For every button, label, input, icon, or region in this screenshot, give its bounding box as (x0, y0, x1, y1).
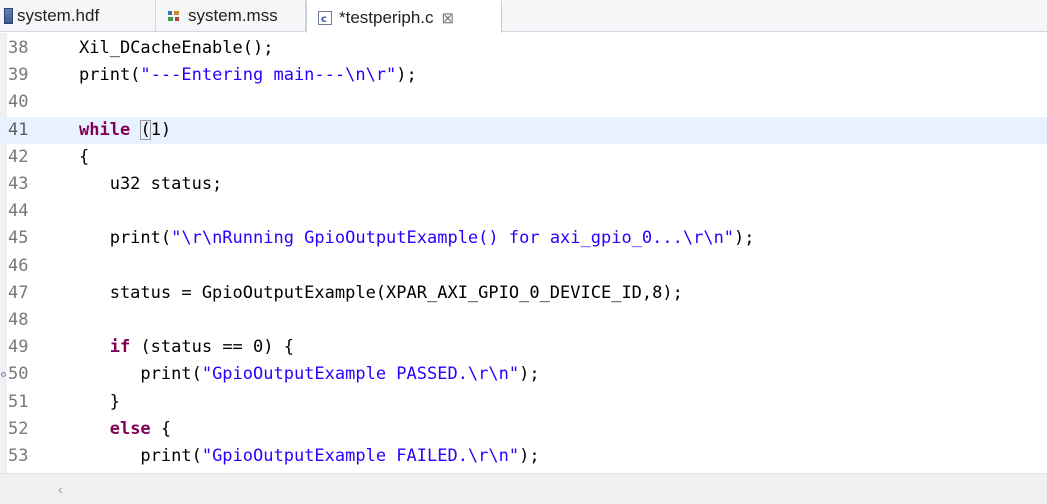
code-text: } (79, 391, 120, 412)
code-line[interactable]: 50 print("GpioOutputExample PASSED.\r\n"… (0, 361, 1047, 388)
code-line[interactable]: 53 print("GpioOutputExample FAILED.\r\n"… (0, 443, 1047, 470)
code-line[interactable]: 51 } (0, 389, 1047, 416)
code-text: { (79, 146, 90, 167)
string-literal: "---Entering main---\n\r" (140, 65, 397, 86)
mss-file-icon (166, 8, 182, 24)
line-number: 53 (8, 446, 29, 466)
code-text: while (1) (79, 119, 172, 140)
c-file-icon: c (317, 10, 333, 26)
code-line[interactable]: 42 { (0, 144, 1047, 171)
line-number: 44 (8, 201, 29, 222)
line-number: 49 (8, 337, 29, 358)
code-line[interactable]: 40 (0, 89, 1047, 116)
string-literal: "\r\nRunning GpioOutputExample() for axi… (171, 228, 735, 249)
close-icon[interactable]: ⊠ (442, 9, 455, 27)
bracket-match: ( (140, 119, 151, 140)
line-number: 39 (8, 65, 29, 86)
code-text: else { (109, 418, 172, 439)
code-line[interactable]: 39 print("---Entering main---\n\r"); (0, 62, 1047, 89)
line-number: 41 (8, 119, 29, 140)
line-number: 46 (8, 255, 29, 276)
code-line[interactable]: 44 (0, 198, 1047, 225)
code-text: print("GpioOutputExample PASSED.\r\n"); (79, 364, 540, 385)
code-text: Xil_DCacheEnable(); (79, 38, 274, 58)
tab-system-mss[interactable]: system.mss (156, 0, 306, 32)
code-text: u32 status; (79, 174, 223, 194)
line-number: 50 (8, 364, 29, 385)
code-text: if (status == 0) { (109, 337, 294, 358)
code-line[interactable]: 46 (0, 253, 1047, 280)
line-number: 51 (8, 391, 29, 412)
hardware-file-icon (4, 8, 13, 24)
code-line[interactable]: 45 print("\r\nRunning GpioOutputExample(… (0, 225, 1047, 252)
code-line[interactable]: 52 else { (0, 416, 1047, 443)
keyword: if (109, 337, 131, 358)
line-number: 42 (8, 146, 29, 167)
string-literal: "GpioOutputExample FAILED.\r\n" (201, 446, 520, 466)
string-literal: "GpioOutputExample PASSED.\r\n" (201, 364, 520, 385)
code-line[interactable]: 47 status = GpioOutputExample(XPAR_AXI_G… (0, 280, 1047, 307)
line-number: 47 (8, 282, 29, 303)
horizontal-scrollbar[interactable]: ‹ (0, 473, 1047, 504)
scroll-left-icon[interactable]: ‹ (58, 481, 63, 497)
line-number: 52 (8, 418, 29, 439)
code-text: status = GpioOutputExample(XPAR_AXI_GPIO… (79, 282, 683, 303)
override-marker-icon[interactable] (1, 372, 6, 378)
code-editor[interactable]: 38 Xil_DCacheEnable(); 39 print("---Enterin… (0, 33, 1047, 473)
tab-label: system.hdf (17, 6, 100, 25)
code-text: print("---Entering main---\n\r"); (79, 65, 417, 86)
code-line[interactable]: 48 (0, 307, 1047, 334)
keyword: while (79, 119, 131, 140)
line-number: 48 (8, 310, 29, 330)
line-number: 45 (8, 228, 29, 249)
line-number: 43 (8, 174, 29, 194)
code-line[interactable]: 43 u32 status; (0, 171, 1047, 198)
tab-system-hdf[interactable]: system.hdf (0, 0, 156, 32)
editor-tab-bar: system.hdf system.mss c *testperiph.c ⊠ (0, 0, 1047, 33)
code-line[interactable]: 49 if (status == 0) { (0, 334, 1047, 361)
line-number: 38 (8, 38, 29, 58)
tab-label: *testperiph.c (339, 7, 434, 27)
tab-label: system.mss (188, 6, 278, 25)
code-text: print("GpioOutputExample FAILED.\r\n"); (79, 446, 540, 466)
line-number: 40 (8, 92, 29, 113)
code-line[interactable]: 41 while (1) (0, 116, 1047, 144)
svg-text:c: c (321, 14, 327, 25)
keyword: else (109, 418, 151, 439)
code-text: print("\r\nRunning GpioOutputExample() f… (79, 228, 755, 249)
code-line[interactable]: 38 Xil_DCacheEnable(); (0, 35, 1047, 62)
tab-testperiph-c[interactable]: c *testperiph.c ⊠ (306, 0, 502, 33)
